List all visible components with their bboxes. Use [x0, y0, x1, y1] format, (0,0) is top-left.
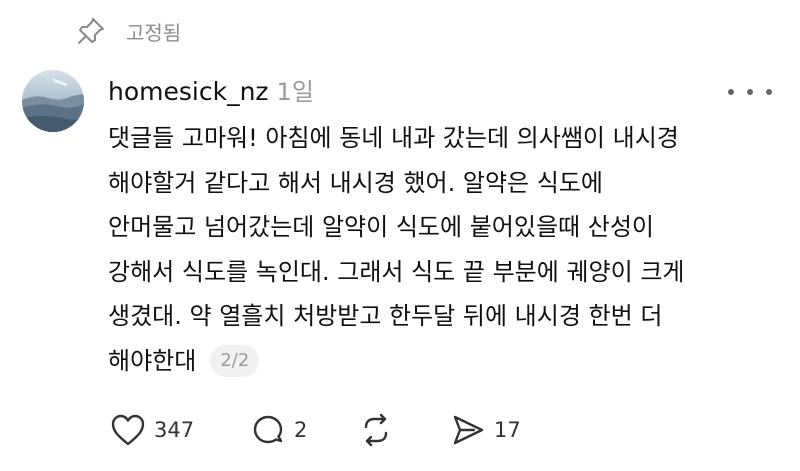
pinned-indicator: 고정됨 [74, 14, 181, 48]
pin-icon [74, 14, 108, 48]
post-header: homesick_nz 1일 [108, 72, 314, 112]
dot-icon [747, 89, 753, 95]
reply-count: 2 [294, 418, 308, 442]
comment-icon [248, 410, 288, 450]
repost-button[interactable] [356, 410, 448, 450]
share-button[interactable]: 17 [448, 410, 521, 450]
avatar[interactable] [22, 70, 84, 132]
body-line: 해야할거 같다고 해서 내시경 했어. 알약은 식도에 [108, 168, 604, 197]
heart-icon [108, 410, 148, 450]
dot-icon [766, 89, 772, 95]
page-indicator-badge: 2/2 [210, 344, 260, 377]
body-line: 댓글들 고마워! 아침에 동네 내과 갔는데 의사쌤이 내시경 [108, 124, 679, 152]
repost-icon [356, 410, 396, 450]
like-button[interactable]: 347 [108, 410, 248, 450]
body-line: 생겼대. 약 열흘치 처방받고 한두달 뒤에 내시경 한번 더 [108, 302, 663, 330]
post-body: 댓글들 고마워! 아침에 동네 내과 갔는데 의사쌤이 내시경 해야할거 같다고… [108, 116, 788, 383]
body-line: 강해서 식도를 녹인대. 그래서 식도 끝 부분에 궤양이 크게 [108, 257, 685, 286]
thread-post: 고정됨 homesick_nz 1일 댓글들 고마워! 아침에 동네 내과 갔는… [0, 0, 800, 471]
share-count: 17 [494, 418, 521, 442]
post-time: 1일 [276, 78, 314, 106]
more-options-icon[interactable] [728, 80, 772, 104]
like-count: 347 [154, 418, 195, 442]
share-icon [448, 410, 488, 450]
body-line-text: 해야한대 [108, 346, 197, 375]
pinned-label: 고정됨 [126, 20, 182, 45]
action-bar: 347 2 17 [108, 408, 521, 452]
dot-icon [728, 89, 734, 95]
author-username[interactable]: homesick_nz [108, 77, 269, 106]
body-line: 안머물고 넘어갔는데 알약이 식도에 붙어있을때 산성이 [108, 213, 654, 241]
body-line-last: 해야한대 2/2 [108, 339, 788, 384]
reply-button[interactable]: 2 [248, 410, 356, 450]
